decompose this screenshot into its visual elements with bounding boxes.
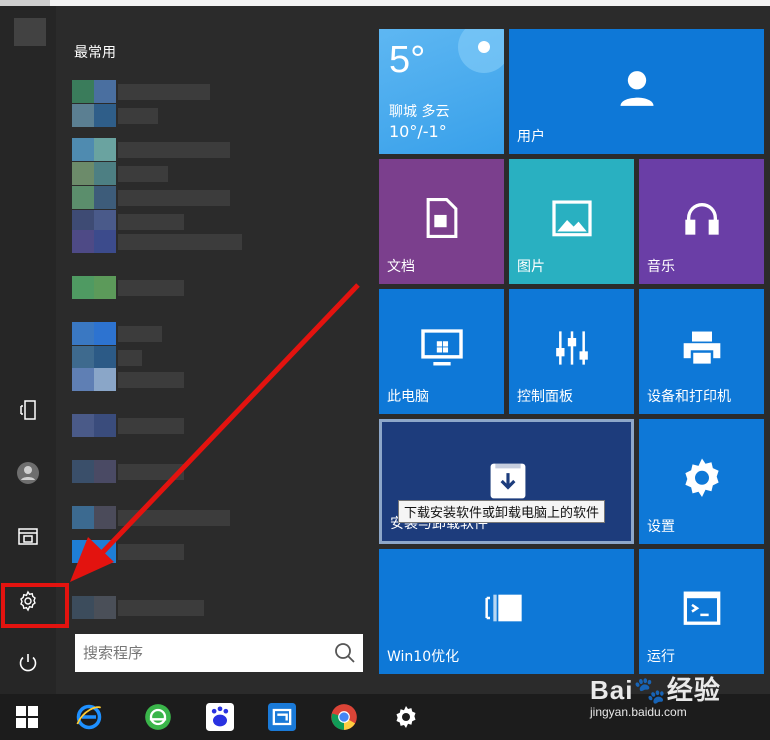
watermark-url: jingyan.baidu.com (590, 705, 687, 719)
baidu-jingyan-watermark: Bai🐾经验 jingyan.baidu.com (590, 670, 721, 719)
internet-explorer-icon[interactable] (74, 702, 104, 732)
start-menu: 最常用 搜索程序 5° 聊城 多云 10°/-1° 用户 文档 图片 音乐 此电… (0, 0, 770, 694)
baidu-du-icon[interactable] (205, 702, 235, 732)
maxthon-browser-icon[interactable] (267, 702, 297, 732)
browser-360-icon[interactable] (143, 702, 173, 732)
red-arrow-annotation (70, 283, 360, 582)
watermark-logo: Bai🐾经验 (590, 675, 721, 705)
settings-taskbar-icon[interactable] (391, 702, 421, 732)
chrome-icon[interactable] (329, 702, 359, 732)
windows-start-icon[interactable] (12, 702, 42, 732)
